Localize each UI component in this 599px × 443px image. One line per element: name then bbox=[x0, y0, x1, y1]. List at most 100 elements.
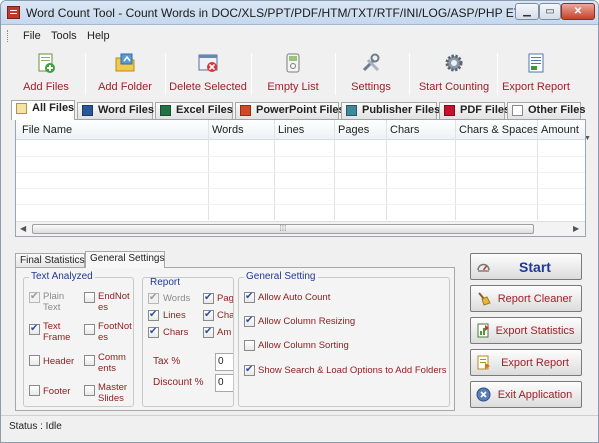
footnotes-checkbox[interactable] bbox=[84, 324, 95, 335]
start-counting-button[interactable]: Start Counting bbox=[414, 49, 494, 97]
amount-checkbox[interactable] bbox=[203, 326, 214, 338]
header-checkbox[interactable] bbox=[29, 355, 40, 366]
pages-label: Pag bbox=[217, 293, 234, 304]
export-statistics-button[interactable]: Export Statistics bbox=[470, 317, 582, 344]
text-analyzed-group: Text Analyzed Plain Text EndNot es Text … bbox=[23, 271, 134, 407]
scroll-left-icon[interactable]: ◀ bbox=[20, 224, 26, 233]
master-slides-checkbox[interactable] bbox=[84, 385, 95, 396]
comments-label: Comm ents bbox=[98, 352, 126, 374]
amount-label: Am bbox=[217, 327, 232, 338]
col-pages[interactable]: Pages bbox=[338, 124, 369, 136]
master-slides-label: Master Slides bbox=[98, 382, 128, 404]
comments-checkbox[interactable] bbox=[84, 355, 95, 366]
col-words[interactable]: Words bbox=[212, 124, 244, 136]
export-report-label: Export Report bbox=[501, 357, 569, 369]
report-cleaner-button[interactable]: Report Cleaner bbox=[470, 285, 582, 312]
tab-final-statistics[interactable]: Final Statistics bbox=[15, 253, 85, 268]
menu-tools[interactable]: Tools bbox=[51, 30, 77, 42]
export-icon bbox=[528, 53, 544, 73]
empty-list-label: Empty List bbox=[267, 81, 319, 93]
delete-icon bbox=[198, 54, 218, 72]
text-frame-checkbox[interactable] bbox=[29, 323, 40, 335]
horizontal-scrollbar[interactable]: ◀ ⁞⁞⁞ ▶ bbox=[16, 221, 585, 236]
toolbar-separator bbox=[335, 53, 336, 95]
tab-excel-files-label: Excel Files bbox=[176, 104, 233, 116]
tab-pdf-files[interactable]: PDF Files bbox=[439, 102, 510, 119]
exit-application-button[interactable]: Exit Application bbox=[470, 381, 582, 408]
discount-input[interactable]: 0 bbox=[215, 374, 233, 392]
column-divider bbox=[208, 120, 209, 220]
scroll-thumb[interactable]: ⁞⁞⁞ bbox=[32, 224, 534, 234]
menu-help[interactable]: Help bbox=[87, 30, 110, 42]
text-frame-label: Text Frame bbox=[43, 321, 71, 343]
add-folder-button[interactable]: Add Folder bbox=[89, 49, 161, 97]
empty-list-button[interactable]: Empty List bbox=[255, 49, 331, 97]
tab-general-settings[interactable]: General Settings bbox=[85, 251, 165, 268]
export-report-icon bbox=[477, 355, 490, 370]
status-bar: Status : Idle bbox=[1, 415, 598, 442]
close-button[interactable]: ✕ bbox=[561, 3, 595, 20]
col-chars-spaces[interactable]: Chars & Spaces bbox=[459, 124, 538, 136]
publisher-icon bbox=[346, 105, 357, 116]
lines-checkbox[interactable] bbox=[148, 309, 159, 321]
col-chars[interactable]: Chars bbox=[390, 124, 419, 136]
allow-column-resizing-checkbox[interactable] bbox=[244, 315, 255, 327]
report-group: Report Words Pag Lines Cha Chars Am Tax … bbox=[142, 277, 234, 407]
minimize-button[interactable]: ▁ bbox=[515, 3, 539, 20]
col-amount[interactable]: Amount bbox=[541, 124, 579, 136]
words-label: Words bbox=[163, 293, 191, 304]
footer-checkbox[interactable] bbox=[29, 385, 40, 396]
menu-file[interactable]: File bbox=[23, 30, 41, 42]
tab-word-files[interactable]: Word Files bbox=[77, 102, 155, 119]
col-lines[interactable]: Lines bbox=[278, 124, 304, 136]
endnotes-label: EndNot es bbox=[98, 291, 130, 313]
words-checkbox[interactable] bbox=[148, 292, 159, 304]
tab-other-files[interactable]: Other Files bbox=[507, 102, 585, 119]
file-list-table[interactable]: File Name Words Lines Pages Chars Chars … bbox=[15, 119, 586, 237]
chars-checkbox[interactable] bbox=[148, 326, 159, 338]
broom-icon bbox=[478, 292, 491, 306]
chars-spaces-checkbox[interactable] bbox=[203, 309, 214, 321]
scroll-right-icon[interactable]: ▶ bbox=[573, 224, 579, 233]
pages-checkbox[interactable] bbox=[203, 292, 214, 304]
start-button[interactable]: Start bbox=[470, 253, 582, 280]
column-divider bbox=[386, 120, 387, 220]
tab-all-files[interactable]: All Files bbox=[11, 100, 75, 120]
column-divider bbox=[334, 120, 335, 220]
allow-column-sorting-label: Allow Column Sorting bbox=[258, 340, 349, 351]
menu-bar: File Tools Help bbox=[1, 26, 598, 46]
toolbar-separator bbox=[497, 53, 498, 95]
show-search-load-checkbox[interactable] bbox=[244, 364, 255, 376]
settings-button[interactable]: Settings bbox=[339, 49, 403, 97]
pdf-icon bbox=[444, 105, 455, 116]
tab-excel-files[interactable]: Excel Files bbox=[155, 102, 233, 119]
header-label: Header bbox=[43, 356, 75, 367]
chars-label: Chars bbox=[163, 327, 189, 338]
export-report-button[interactable]: Export Report bbox=[470, 349, 582, 376]
discount-label: Discount % bbox=[153, 377, 204, 388]
col-file-name[interactable]: File Name bbox=[22, 124, 72, 136]
toolbar-separator bbox=[85, 53, 86, 95]
report-title: Report bbox=[148, 277, 183, 288]
export-report-toolbar-button[interactable]: Export Report bbox=[501, 49, 571, 97]
add-files-label: Add Files bbox=[23, 81, 69, 93]
tab-publisher-files[interactable]: Publisher Files bbox=[341, 102, 440, 119]
allow-column-sorting-checkbox[interactable] bbox=[244, 340, 255, 351]
general-setting-title: General Setting bbox=[244, 271, 318, 282]
table-header: File Name Words Lines Pages Chars Chars … bbox=[16, 120, 585, 140]
tax-input[interactable]: 0 bbox=[215, 353, 233, 371]
endnotes-checkbox[interactable] bbox=[84, 292, 95, 303]
maximize-button[interactable]: ▭ bbox=[539, 3, 561, 20]
delete-selected-button[interactable]: Delete Selected bbox=[169, 49, 247, 97]
grid-line bbox=[16, 204, 585, 205]
title-bar[interactable]: Word Count Tool - Count Words in DOC/XLS… bbox=[1, 1, 598, 25]
tab-word-files-label: Word Files bbox=[98, 104, 155, 116]
plain-text-checkbox[interactable] bbox=[29, 291, 40, 303]
tab-powerpoint-files[interactable]: PowerPoint Files bbox=[235, 102, 345, 119]
delete-selected-label: Delete Selected bbox=[169, 81, 247, 93]
settings-label: Settings bbox=[351, 81, 391, 93]
toolbar-separator bbox=[251, 53, 252, 95]
add-files-button[interactable]: Add Files bbox=[11, 49, 81, 97]
start-label: Start bbox=[519, 259, 551, 275]
allow-auto-count-checkbox[interactable] bbox=[244, 291, 255, 303]
